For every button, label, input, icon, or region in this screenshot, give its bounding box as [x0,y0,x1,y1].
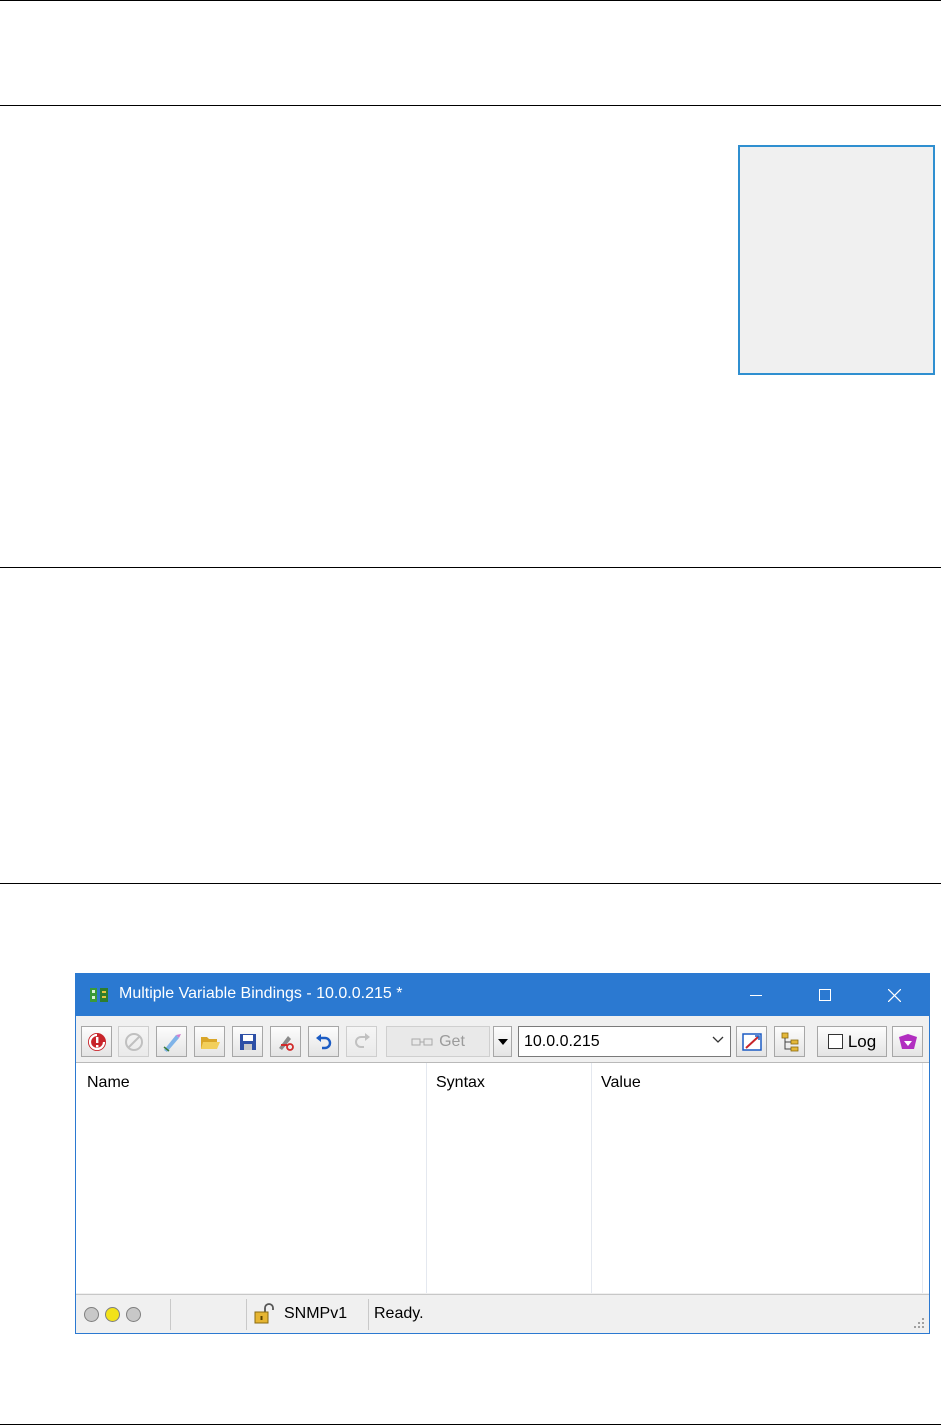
get-label: Get [439,1032,465,1050]
log-toggle[interactable]: Log [817,1026,887,1057]
maximize-button[interactable] [802,974,848,1016]
stop-button[interactable] [81,1026,112,1057]
log-checkbox[interactable] [827,1034,843,1049]
status-led-yellow-icon [105,1307,120,1322]
multiple-variable-bindings-window: Multiple Variable Bindings - 10.0.0.215 … [75,973,930,1334]
column-header-value[interactable]: Value [601,1074,641,1092]
column-header-name[interactable]: Name [87,1074,130,1092]
column-divider [591,1063,592,1293]
variable-bindings-table[interactable]: Name Syntax Value [76,1063,929,1293]
side-panel-box [738,145,935,375]
bottom-rule [0,1424,941,1425]
delete-binding-icon [278,1035,294,1051]
status-led-gray-icon [126,1307,141,1322]
redo-icon [354,1032,370,1048]
maximize-icon [819,989,831,1001]
minimize-icon [750,995,762,996]
redo-button[interactable] [346,1026,377,1057]
section-rule-2 [0,567,941,568]
delete-binding-button[interactable] [270,1026,301,1057]
chevron-down-icon [497,1038,508,1045]
close-icon [887,988,901,1002]
get-dropdown-button[interactable] [493,1026,512,1057]
undo-button[interactable] [308,1026,339,1057]
stop-icon [87,1032,106,1051]
status-divider [246,1299,247,1330]
unlocked-padlock-icon [254,1303,274,1324]
log-label: Log [847,1031,877,1051]
section-rule-3 [0,883,941,884]
edit-button[interactable] [156,1026,187,1057]
toolbar: Get 10.0.0.215 Log [76,1016,929,1063]
get-button[interactable]: Get [386,1026,490,1057]
column-divider [922,1063,923,1293]
column-header-syntax[interactable]: Syntax [436,1074,485,1092]
chevron-down-icon [712,1036,724,1043]
host-value: 10.0.0.215 [524,1033,600,1050]
app-icon [90,988,108,1002]
tools-button[interactable] [892,1026,923,1057]
title-bar[interactable]: Multiple Variable Bindings - 10.0.0.215 … [76,974,929,1016]
status-message: Ready. [374,1305,424,1322]
close-button[interactable] [871,974,917,1016]
status-divider [170,1299,171,1330]
cancel-button[interactable] [118,1026,149,1057]
save-icon [239,1033,256,1050]
column-divider [426,1063,427,1293]
properties-button[interactable] [736,1026,767,1057]
section-rule-1 [0,105,941,106]
save-button[interactable] [232,1026,263,1057]
status-bar: SNMPv1 Ready. [76,1294,929,1333]
edit-icon [163,1033,181,1052]
tree-icon [781,1032,798,1051]
host-combobox[interactable]: 10.0.0.215 [518,1026,731,1057]
protocol-label: SNMPv1 [284,1305,348,1322]
minimize-button[interactable] [733,974,779,1016]
get-icon [411,1038,433,1045]
mib-tree-button[interactable] [774,1026,805,1057]
status-led-gray-icon [84,1307,99,1322]
properties-icon [741,1032,762,1051]
status-divider [368,1299,369,1330]
cancel-icon [124,1032,143,1051]
resize-grip-icon[interactable] [913,1317,925,1329]
tools-icon [898,1033,917,1049]
open-folder-icon [200,1036,220,1049]
window-title: Multiple Variable Bindings - 10.0.0.215 … [119,985,403,1002]
open-button[interactable] [194,1026,225,1057]
undo-icon [315,1033,331,1049]
top-rule [0,0,941,1]
